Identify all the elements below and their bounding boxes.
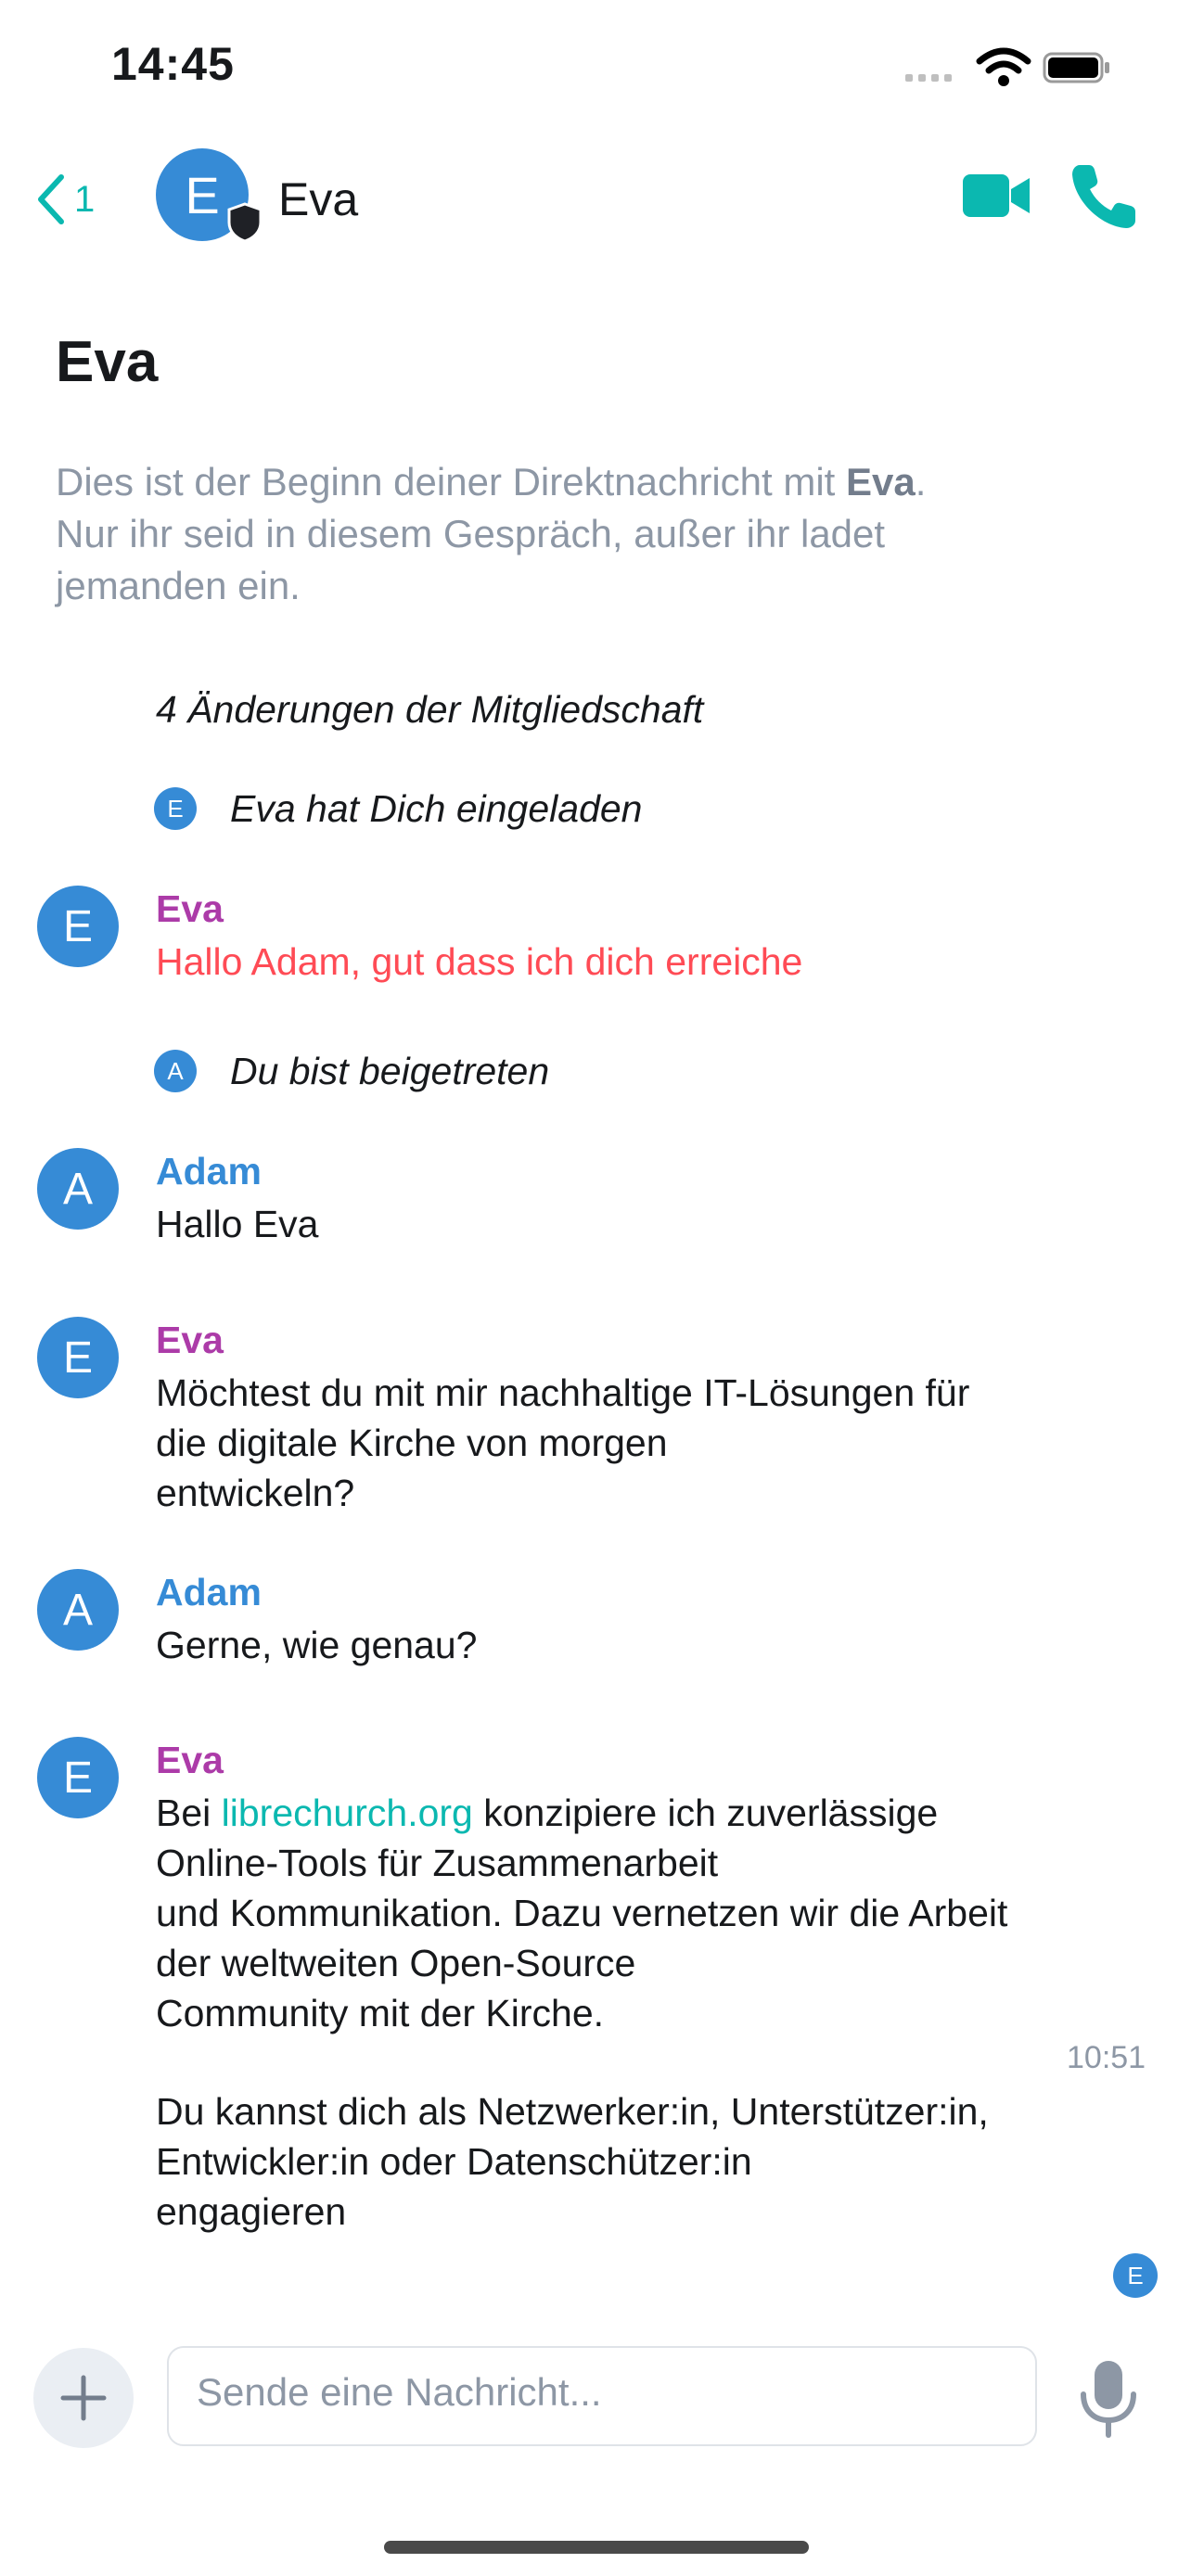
phone-icon[interactable] <box>1067 159 1141 234</box>
message-line: engagieren <box>156 2190 347 2233</box>
sender-name[interactable]: Adam <box>156 1569 262 1615</box>
avatar[interactable]: E <box>37 1737 119 1818</box>
intro-suffix: . <box>915 460 927 504</box>
membership-event: A Du bist beigetreten <box>154 1048 549 1094</box>
message-body: Bei librechurch.org konzipiere ich zuver… <box>156 1788 1139 2038</box>
message-body: Du kannst dich als Netzwerker:in, Unters… <box>156 2086 1139 2237</box>
sender-name[interactable]: Adam <box>156 1148 262 1194</box>
avatar[interactable]: A <box>37 1148 119 1230</box>
avatar: E <box>154 787 197 830</box>
membership-event-text: Du bist beigetreten <box>230 1049 550 1092</box>
wifi-icon <box>976 47 1031 86</box>
intro-name: Eva <box>846 460 916 504</box>
room-header: 1 E Eva <box>0 139 1191 260</box>
message-line: Möchtest du mit mir nachhaltige IT-Lösun… <box>156 1371 970 1414</box>
read-receipt-avatar[interactable]: E <box>1113 2253 1158 2298</box>
cellular-signal-icon <box>905 74 952 82</box>
message-line: Gerne, wie genau? <box>156 1624 478 1666</box>
unread-count: 1 <box>74 178 96 220</box>
message-line: entwickeln? <box>156 1472 355 1514</box>
message-line: Entwickler:in oder Datenschützer:in <box>156 2140 752 2183</box>
message-link[interactable]: librechurch.org <box>222 1792 473 1834</box>
intro-line-3: jemanden ein. <box>56 564 301 607</box>
message-body: Hallo Eva <box>156 1199 1139 1249</box>
avatar: A <box>154 1050 197 1092</box>
chat-screen: 14:45 1 E Eva Eva Dies ist der Beginn de… <box>0 0 1191 2576</box>
home-indicator[interactable] <box>384 2541 809 2554</box>
message-text: konzipiere ich zuverlässige <box>472 1792 939 1834</box>
shield-icon <box>227 202 263 243</box>
video-camera-icon[interactable] <box>959 165 1033 226</box>
message-line: der weltweiten Open-Source <box>156 1942 636 1984</box>
sender-name[interactable]: Eva <box>156 1737 224 1783</box>
sender-name[interactable]: Eva <box>156 1317 224 1363</box>
room-name[interactable]: Eva <box>278 167 358 232</box>
sender-name[interactable]: Eva <box>156 886 224 932</box>
back-button[interactable]: 1 <box>33 167 108 232</box>
plus-icon <box>60 2375 107 2421</box>
message-line: die digitale Kirche von morgen <box>156 1422 668 1464</box>
message-timestamp: 10:51 <box>1067 2040 1146 2075</box>
message-line: Hallo Eva <box>156 1203 319 1245</box>
message-text: Bei <box>156 1792 222 1834</box>
message-line: Online-Tools für Zusammenarbeit <box>156 1842 719 1884</box>
battery-icon <box>1043 52 1109 83</box>
message-body: Hallo Adam, gut dass ich dich erreiche <box>156 937 1139 987</box>
message-body: Gerne, wie genau? <box>156 1620 1139 1670</box>
room-title: Eva <box>56 330 159 394</box>
message-body: Möchtest du mit mir nachhaltige IT-Lösun… <box>156 1368 1139 1518</box>
membership-event-text: Eva hat Dich eingeladen <box>230 786 643 830</box>
message-line: Hallo Adam, gut dass ich dich erreiche <box>156 940 803 983</box>
chevron-left-icon <box>38 174 64 224</box>
message-line: Du kannst dich als Netzwerker:in, Unters… <box>156 2090 989 2133</box>
microphone-icon[interactable] <box>1076 2359 1141 2439</box>
intro-line-2: Nur ihr seid in diesem Gespräch, außer i… <box>56 512 886 555</box>
avatar[interactable]: A <box>37 1569 119 1651</box>
status-time: 14:45 <box>111 38 235 90</box>
message-composer-input[interactable]: Sende eine Nachricht... <box>167 2346 1037 2446</box>
composer-placeholder: Sende eine Nachricht... <box>197 2370 602 2414</box>
message-line: und Kommunikation. Dazu vernetzen wir di… <box>156 1892 1008 1934</box>
room-intro: Dies ist der Beginn deiner Direktnachric… <box>56 456 1132 612</box>
message-line: Community mit der Kirche. <box>156 1992 605 2034</box>
attach-button[interactable] <box>33 2348 134 2448</box>
membership-event: E Eva hat Dich eingeladen <box>154 785 642 832</box>
avatar[interactable]: E <box>37 1317 119 1398</box>
avatar[interactable]: E <box>37 886 119 967</box>
intro-text: Dies ist der Beginn deiner Direktnachric… <box>56 460 847 504</box>
membership-summary[interactable]: 4 Änderungen der Mitgliedschaft <box>156 688 703 732</box>
